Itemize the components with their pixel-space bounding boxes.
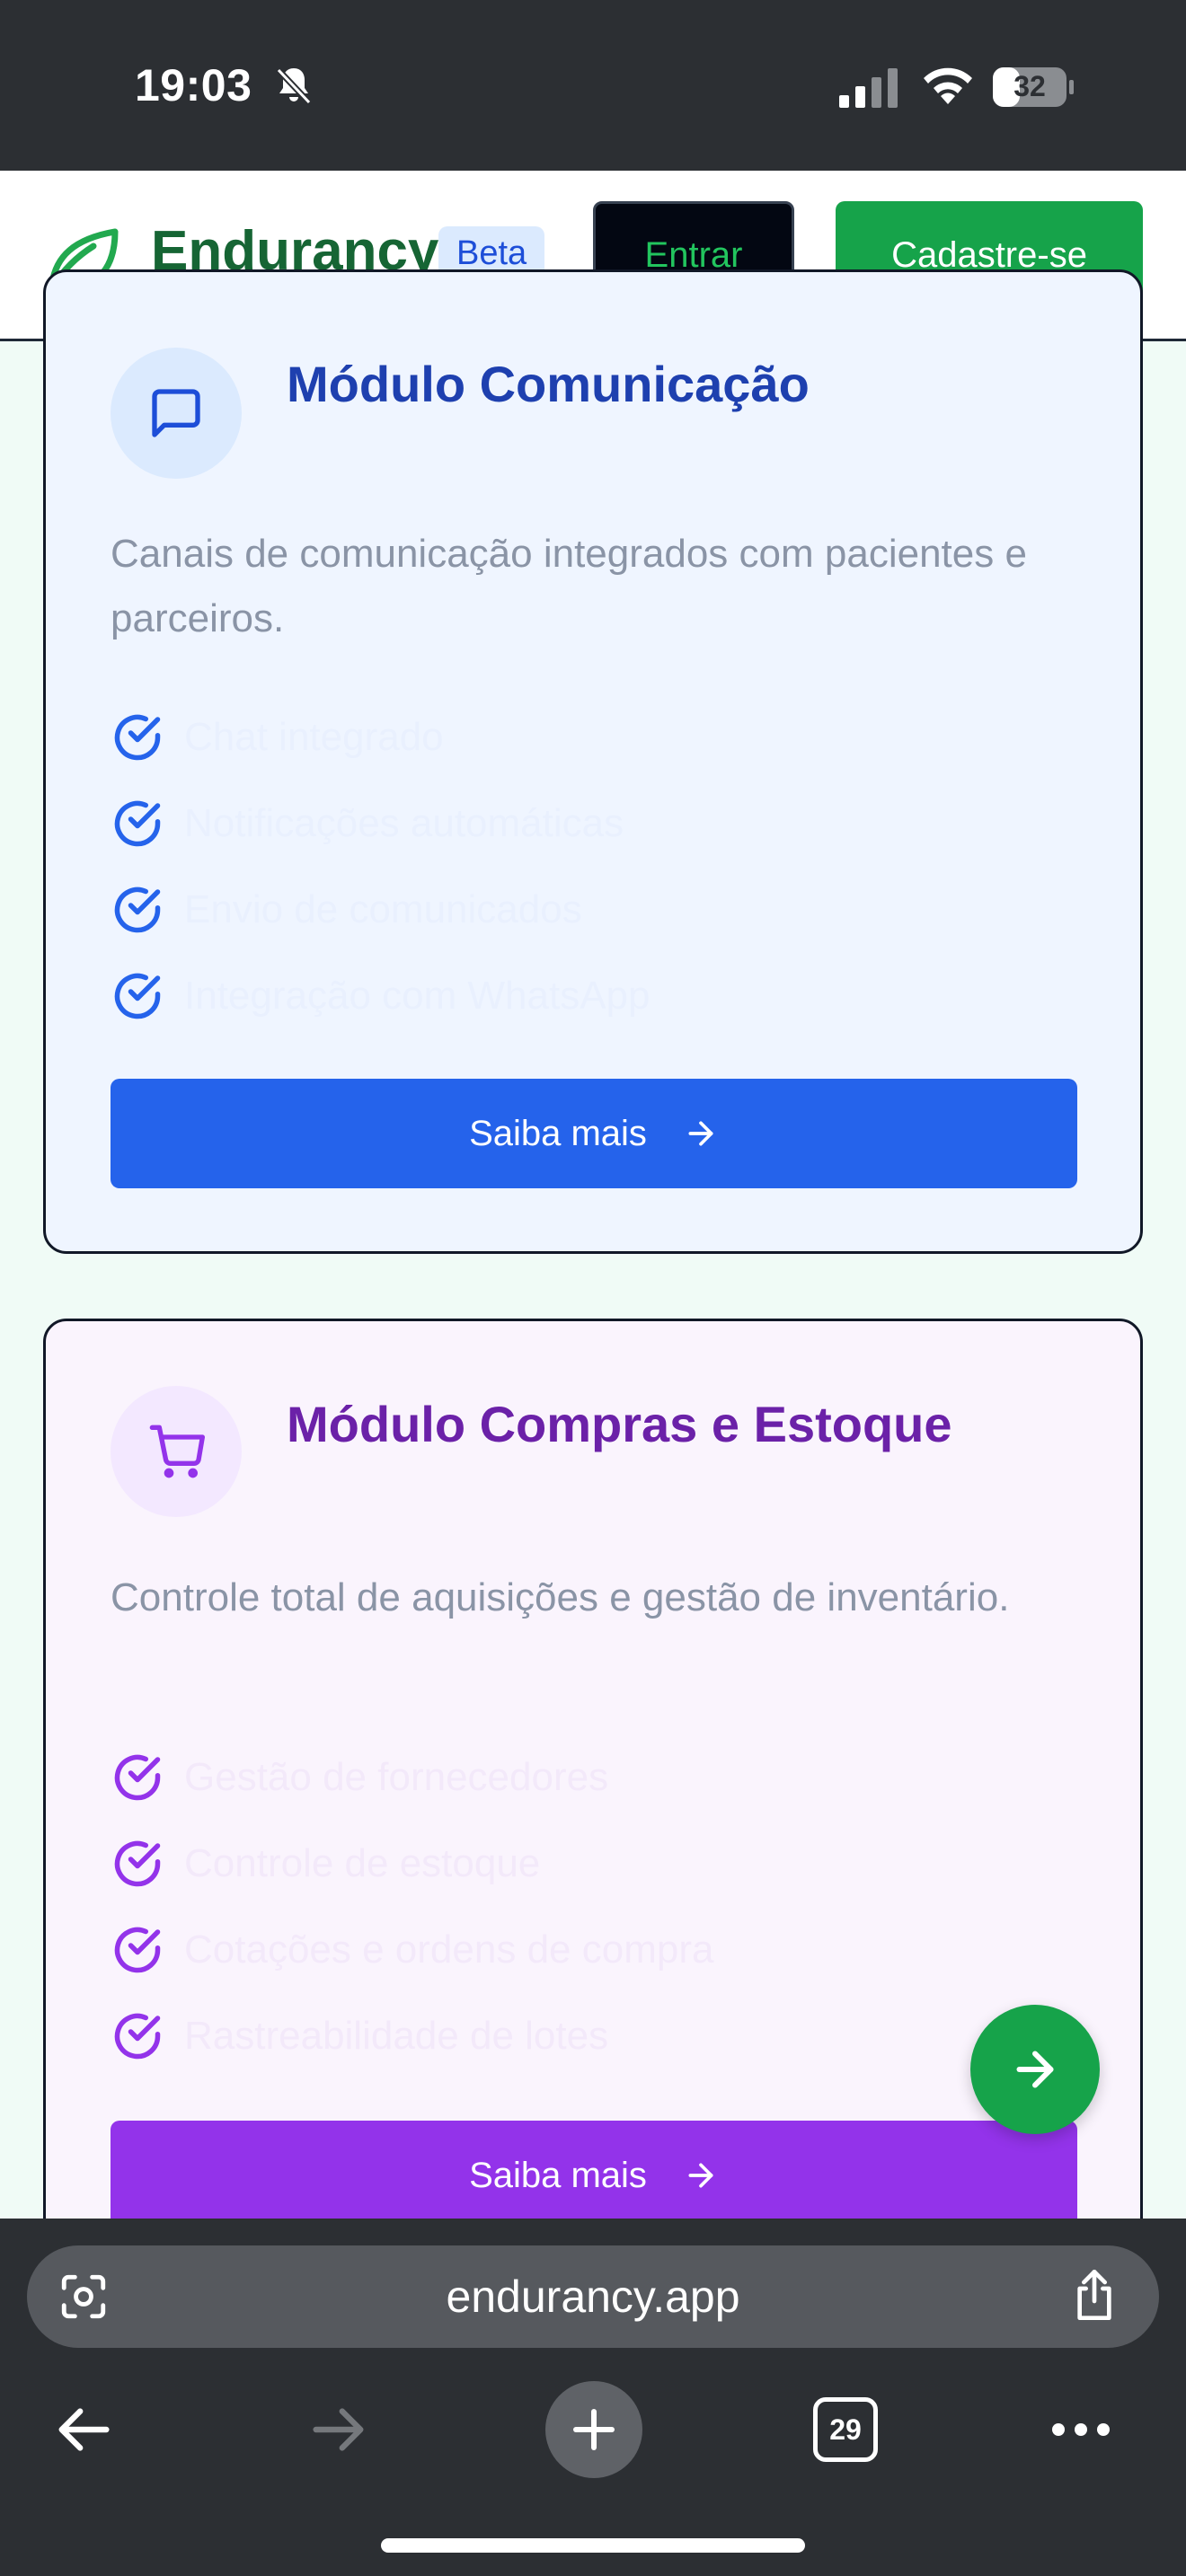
feature-item: Cotações e ordens de compra (111, 1907, 713, 1993)
back-button[interactable] (36, 2371, 135, 2488)
feature-label: Rastreabilidade de lotes (184, 2014, 609, 2058)
status-bar: 19:03 32 (0, 0, 1186, 171)
feature-list: Gestão de fornecedores Controle de estoq… (111, 1734, 713, 2079)
feature-label: Envio de comunicados (184, 887, 582, 931)
more-button[interactable] (1031, 2371, 1130, 2488)
module-title: Módulo Compras e Estoque (287, 1396, 952, 1452)
feature-item: Rastreabilidade de lotes (111, 1993, 713, 2079)
new-tab-button[interactable] (544, 2371, 643, 2488)
check-circle-icon (114, 1927, 161, 1973)
learn-more-button[interactable]: Saiba mais (111, 2121, 1077, 2230)
module-description: Canais de comunicação integrados com pac… (111, 532, 1027, 640)
module-icon-badge (111, 1386, 242, 1517)
feature-label: Notificações automáticas (184, 801, 624, 845)
check-circle-icon (114, 887, 161, 933)
bell-off-icon (276, 67, 312, 105)
tab-count: 29 (829, 2413, 862, 2446)
feature-item: Gestão de fornecedores (111, 1734, 713, 1821)
module-description: Controle total de aquisições e gestão de… (111, 1575, 1010, 1619)
home-indicator[interactable] (381, 2538, 805, 2553)
cellular-signal-icon (839, 68, 898, 108)
message-square-icon (152, 389, 200, 437)
address-bar[interactable]: endurancy.app (27, 2245, 1159, 2348)
feature-item: Chat integrado (111, 694, 650, 781)
feature-label: Gestão de fornecedores (184, 1755, 609, 1799)
shopping-cart-icon (149, 1425, 205, 1478)
tabs-icon: 29 (813, 2397, 878, 2462)
learn-more-label: Saiba mais (469, 1113, 647, 1153)
url-text[interactable]: endurancy.app (27, 2271, 1159, 2323)
feature-item: Envio de comunicados (111, 867, 650, 953)
feature-item: Controle de estoque (111, 1821, 713, 1907)
module-card-comunicacao: Módulo Comunicação Canais de comunicação… (43, 269, 1143, 1254)
status-time: 19:03 (135, 60, 252, 110)
arrow-right-icon (1016, 2051, 1054, 2088)
check-circle-icon (114, 800, 161, 847)
check-circle-icon (114, 2013, 161, 2060)
module-card-compras-estoque: Módulo Compras e Estoque Controle total … (43, 1319, 1143, 2307)
more-icon (1052, 2423, 1110, 2436)
floating-next-button[interactable] (970, 2005, 1100, 2134)
check-circle-icon (114, 1754, 161, 1801)
module-title: Módulo Comunicação (287, 356, 810, 412)
arrow-right-icon (688, 2163, 713, 2188)
check-circle-icon (114, 973, 161, 1019)
feature-item: Integração com WhatsApp (111, 953, 650, 1039)
feature-label: Controle de estoque (184, 1841, 541, 1885)
wifi-icon (924, 67, 972, 104)
forward-button[interactable] (288, 2371, 386, 2488)
battery-icon: 32 (992, 66, 1075, 108)
learn-more-label: Saiba mais (469, 2155, 647, 2195)
back-arrow-icon (58, 2408, 110, 2451)
battery-level: 32 (1013, 70, 1046, 102)
feature-list: Chat integrado Notificações automáticas … (111, 694, 650, 1039)
browser-toolbar: endurancy.app 29 (0, 2219, 1186, 2576)
arrow-right-icon (688, 1121, 713, 1146)
new-tab-plus-icon (573, 2409, 615, 2450)
browser-nav-row: 29 (0, 2371, 1186, 2488)
feature-label: Integração com WhatsApp (184, 974, 651, 1018)
check-circle-icon (114, 714, 161, 761)
feature-item: Notificações automáticas (111, 781, 650, 867)
learn-more-button[interactable]: Saiba mais (111, 1079, 1077, 1188)
feature-label: Chat integrado (184, 715, 444, 759)
tabs-button[interactable]: 29 (796, 2371, 895, 2488)
check-circle-icon (114, 1840, 161, 1887)
module-icon-badge (111, 348, 242, 479)
feature-label: Cotações e ordens de compra (184, 1928, 714, 1972)
share-icon[interactable] (1069, 2267, 1120, 2323)
forward-arrow-icon (313, 2408, 364, 2451)
